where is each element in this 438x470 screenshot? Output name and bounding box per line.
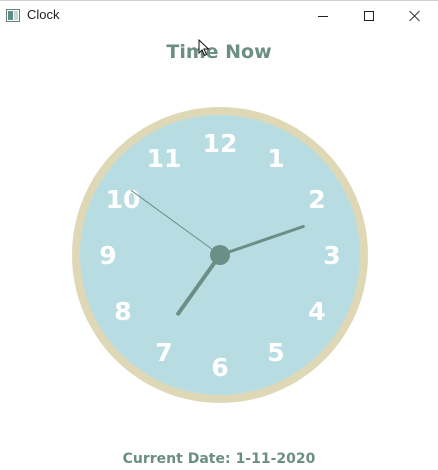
page-title: Time Now (166, 41, 272, 63)
mouse-pointer-icon (198, 39, 210, 57)
clock-numeral-9: 9 (99, 241, 116, 270)
clock-numeral-7: 7 (155, 338, 172, 367)
current-date: Current Date: 1-11-2020 (0, 451, 438, 467)
close-icon (409, 10, 421, 22)
maximize-button[interactable] (346, 1, 392, 31)
clock-app-icon (6, 9, 20, 22)
maximize-icon (364, 11, 374, 21)
window-title: Clock (27, 7, 60, 22)
clock-window: Clock Time Now 12 1 2 3 4 5 6 7 8 9 10 11 Current D… (0, 0, 438, 470)
clock-numeral-6: 6 (211, 353, 228, 382)
clock-numeral-5: 5 (267, 338, 284, 367)
title-bar[interactable]: Clock (0, 1, 438, 31)
minimize-button[interactable] (300, 1, 346, 31)
clock-numeral-12: 12 (203, 129, 238, 158)
clock-center-pin (210, 245, 230, 265)
clock-numeral-3: 3 (323, 241, 340, 270)
current-date-value: 1-11-2020 (235, 451, 316, 467)
minimize-icon (318, 15, 328, 17)
clock-numeral-8: 8 (114, 297, 131, 326)
close-button[interactable] (392, 1, 438, 31)
clock-numeral-1: 1 (267, 144, 284, 173)
clock-numeral-11: 11 (147, 144, 182, 173)
clock-face-svg: 12 12 3 45 6 78 9 1011 (72, 107, 368, 403)
clock-numeral-2: 2 (308, 185, 325, 214)
clock-numeral-10: 10 (106, 185, 141, 214)
clock-numeral-4: 4 (308, 297, 325, 326)
current-date-label: Current Date: (122, 451, 231, 467)
analog-clock: 12 1 2 3 4 5 6 7 8 9 10 11 (70, 105, 370, 405)
